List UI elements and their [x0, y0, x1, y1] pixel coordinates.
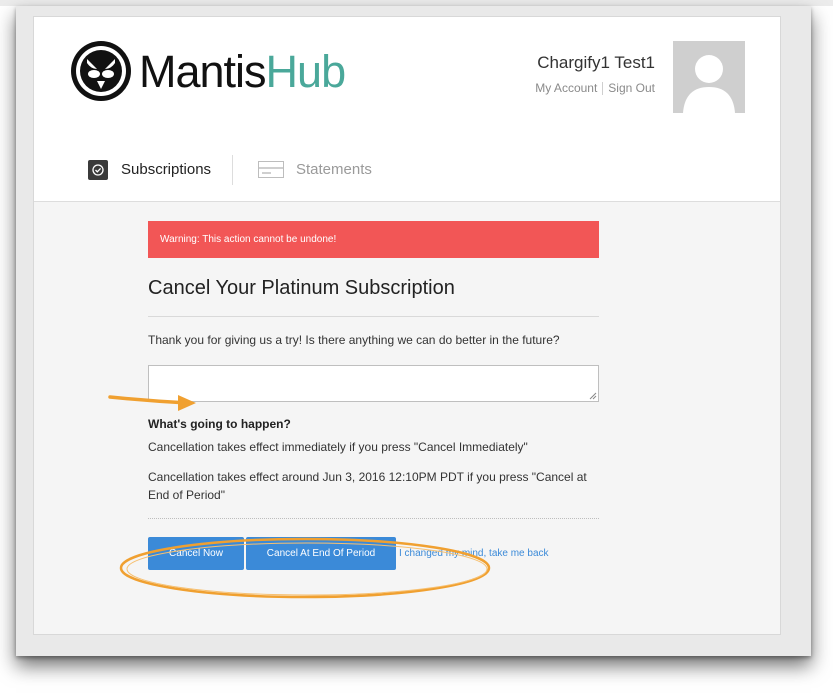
feedback-question: Thank you for giving us a try! Is there …	[148, 333, 560, 347]
mantis-logo-icon	[71, 41, 131, 101]
nav-divider	[232, 155, 233, 185]
cancel-end-of-period-button[interactable]: Cancel At End Of Period	[246, 537, 396, 570]
divider	[148, 316, 599, 317]
credit-card-icon	[258, 161, 284, 178]
check-circle-icon	[88, 159, 108, 180]
sign-out-link[interactable]: Sign Out	[608, 81, 655, 95]
logo[interactable]: MantisHub	[69, 39, 369, 101]
immediate-cancel-text: Cancellation takes effect immediately if…	[148, 440, 528, 454]
user-silhouette-icon	[683, 55, 735, 113]
cancel-now-button[interactable]: Cancel Now	[148, 537, 244, 570]
what-happens-heading: What's going to happen?	[148, 417, 291, 431]
cancel-end-of-period-label: Cancel At End Of Period	[266, 548, 376, 559]
nav-bar: Subscriptions Statements	[34, 138, 780, 202]
user-name: Chargify1 Test1	[537, 53, 655, 72]
tab-subscriptions-label: Subscriptions	[121, 161, 212, 178]
link-separator	[602, 82, 604, 96]
avatar[interactable]	[673, 41, 745, 113]
tab-statements[interactable]: Statements	[258, 138, 372, 201]
tab-statements-label: Statements	[296, 161, 372, 178]
warning-text: Warning: This action cannot be undone!	[160, 234, 337, 245]
feedback-textarea[interactable]	[148, 365, 599, 402]
resize-grip-icon[interactable]	[589, 392, 597, 400]
logo-text-part2: Hub	[265, 46, 347, 97]
end-period-cancel-text: Cancellation takes effect around Jun 3, …	[148, 470, 587, 502]
take-me-back-link[interactable]: I changed my mind, take me back	[399, 548, 549, 559]
cancel-now-label: Cancel Now	[169, 548, 223, 559]
page-title: Cancel Your Platinum Subscription	[148, 277, 455, 299]
my-account-link[interactable]: My Account	[535, 81, 597, 95]
header: MantisHub Chargify1 Test1 My Account Sign…	[34, 17, 780, 139]
warning-banner: Warning: This action cannot be undone!	[148, 221, 599, 258]
page-card: MantisHub Chargify1 Test1 My Account Sign…	[33, 16, 781, 635]
dotted-divider	[148, 518, 599, 519]
tab-subscriptions[interactable]: Subscriptions	[88, 138, 211, 201]
logo-text: MantisHub	[139, 46, 347, 97]
logo-text-part1: Mantis	[139, 46, 267, 97]
user-links: My Account Sign Out	[535, 81, 655, 96]
